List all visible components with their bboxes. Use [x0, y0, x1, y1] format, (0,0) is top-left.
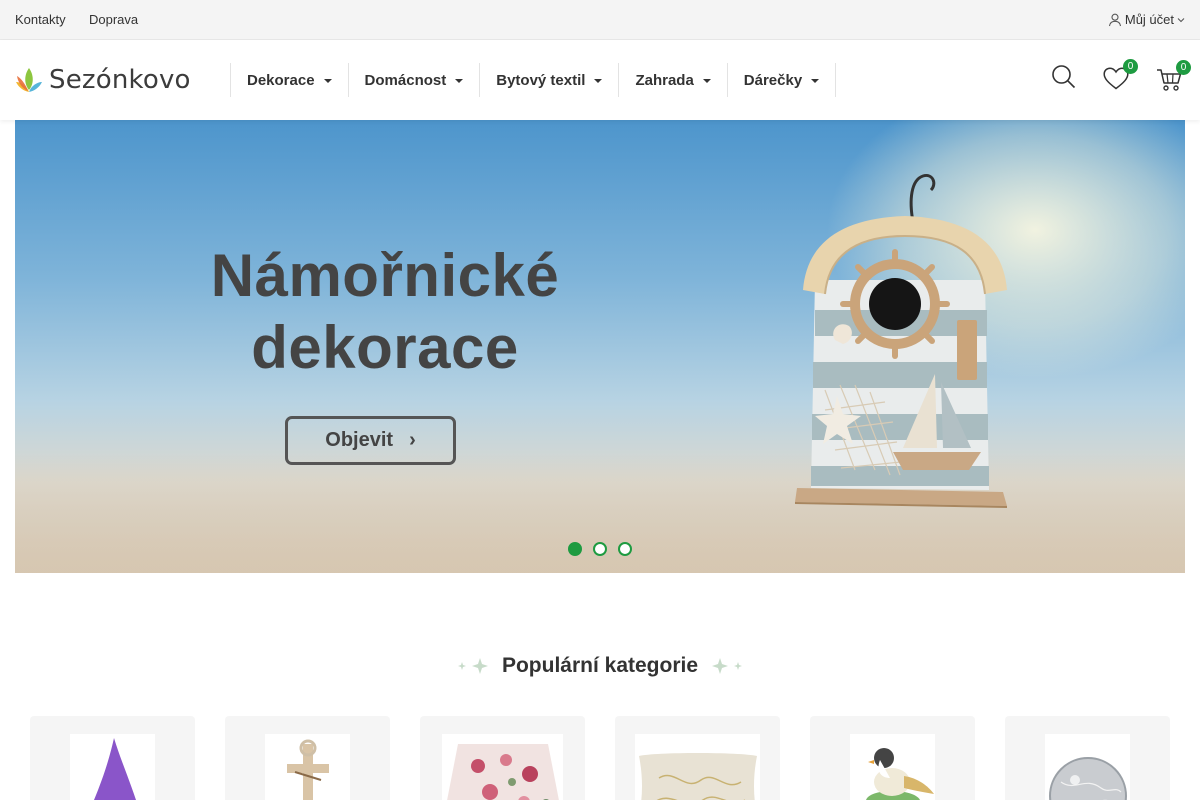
- nav-label: Domácnost: [364, 71, 447, 89]
- user-icon: [1108, 13, 1121, 26]
- nav-item-darecky[interactable]: Dárečky: [728, 63, 837, 97]
- logo-leaf-icon: [16, 68, 42, 92]
- nav-label: Dekorace: [247, 71, 315, 89]
- wishlist-count-badge: 0: [1123, 59, 1138, 74]
- nav-item-domacnost[interactable]: Domácnost: [349, 63, 481, 97]
- slider-dot[interactable]: [593, 542, 607, 556]
- account-menu[interactable]: Můj účet: [1108, 12, 1185, 27]
- floral-runner-image: [442, 734, 563, 800]
- nav-label: Dárečky: [743, 71, 803, 89]
- category-card-cross[interactable]: [225, 716, 390, 800]
- category-cards: [30, 716, 1170, 800]
- account-label: Můj účet: [1124, 12, 1174, 27]
- shipping-link[interactable]: Doprava: [89, 12, 138, 27]
- logo-text: Sezónkovo: [49, 65, 191, 95]
- section-title: Populární kategorie: [501, 654, 699, 677]
- purple-gnome-image: [70, 734, 155, 800]
- nav-item-bytovy-textil[interactable]: Bytový textil: [480, 63, 620, 97]
- birdhouse-image: [795, 174, 1007, 508]
- slider-dot[interactable]: [568, 542, 582, 556]
- chevron-right-icon: ›: [409, 429, 416, 451]
- banner-button-label: Objevit: [325, 429, 394, 451]
- nav-item-dekorace[interactable]: Dekorace: [231, 63, 349, 97]
- category-card-gnome[interactable]: [30, 716, 195, 800]
- main-header: Sezónkovo Dekorace Domácnost Bytový text…: [0, 40, 1200, 120]
- nav-label: Bytový textil: [496, 71, 586, 89]
- bird-figurine-image: [850, 734, 935, 800]
- banner-discover-button[interactable]: Objevit ›: [285, 416, 456, 465]
- logo[interactable]: Sezónkovo: [15, 65, 191, 95]
- caret-down-icon: [811, 78, 820, 83]
- wishlist-button[interactable]: 0: [1103, 59, 1138, 95]
- category-card-pillow[interactable]: [615, 716, 780, 800]
- banner-title-line-2: dekorace: [251, 314, 519, 381]
- chevron-down-icon: [1177, 17, 1185, 22]
- nav-item-zahrada[interactable]: Zahrada: [619, 63, 728, 97]
- cart-count-badge: 0: [1176, 60, 1191, 75]
- wooden-cross-image: [265, 734, 350, 800]
- banner-title-line-1: Námořnické: [210, 242, 560, 309]
- category-card-bird[interactable]: [810, 716, 975, 800]
- search-icon: [1052, 65, 1076, 89]
- category-card-table-runner[interactable]: [420, 716, 585, 800]
- slider-dot[interactable]: [618, 542, 632, 556]
- caret-down-icon: [702, 78, 711, 83]
- cart-button[interactable]: 0: [1156, 60, 1191, 97]
- nav-label: Zahrada: [635, 71, 694, 89]
- top-bar: Kontakty Doprava Můj účet: [0, 0, 1200, 40]
- search-button[interactable]: [1051, 64, 1076, 94]
- decor-sparkle-icon: [457, 658, 488, 674]
- slider-dots: [568, 542, 632, 556]
- glass-ball-image: [1045, 734, 1130, 800]
- contacts-link[interactable]: Kontakty: [15, 12, 66, 27]
- main-nav: Dekorace Domácnost Bytový textil Zahrada…: [230, 63, 837, 97]
- caret-down-icon: [455, 78, 464, 83]
- pillow-image: [635, 734, 760, 800]
- category-card-light-ball[interactable]: [1005, 716, 1170, 800]
- hero-banner[interactable]: Námořnické dekorace Objevit ›: [15, 120, 1185, 573]
- popular-categories-heading: Populární kategorie: [0, 654, 1200, 678]
- caret-down-icon: [594, 78, 603, 83]
- decor-sparkle-icon: [712, 658, 743, 674]
- caret-down-icon: [323, 78, 332, 83]
